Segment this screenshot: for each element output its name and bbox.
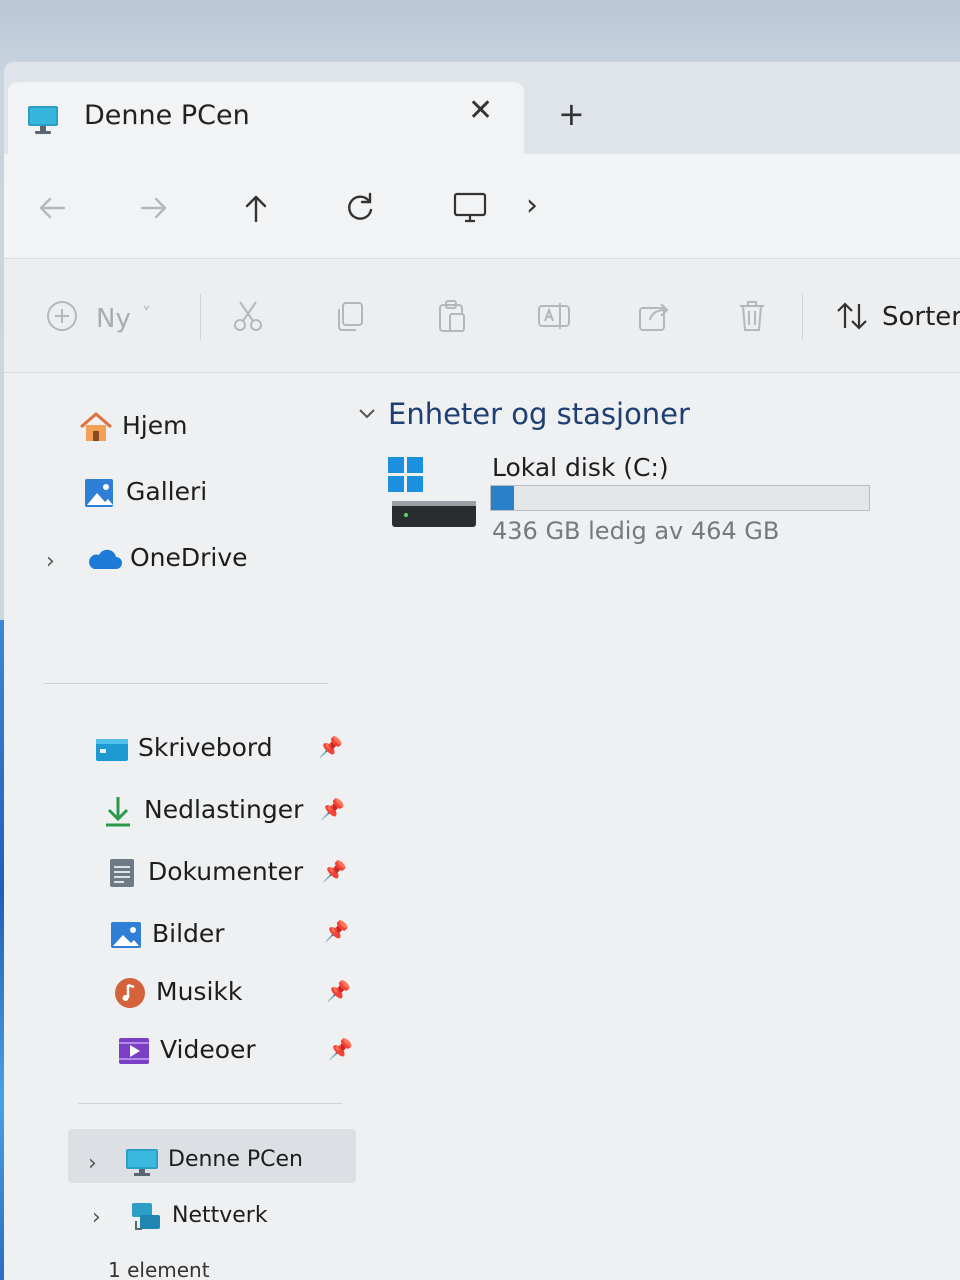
content-pane: Enheter og stasjoner Lokal disk (C:) 436…: [359, 373, 960, 1280]
forward-arrow-icon[interactable]: [134, 188, 174, 228]
drive-name: Lokal disk (C:): [492, 453, 669, 482]
sidebar-item-label: Hjem: [122, 411, 188, 440]
sidebar-item-hjem[interactable]: Hjem: [78, 409, 298, 453]
music-icon: [112, 975, 148, 1011]
sidebar-item-galleri[interactable]: Galleri: [82, 475, 302, 519]
expand-chevron-icon[interactable]: ›: [46, 549, 55, 574]
sidebar-item-nedlastinger[interactable]: Nedlastinger: [100, 793, 340, 837]
pin-icon[interactable]: 📌: [322, 859, 347, 883]
sidebar-item-label: Dokumenter: [148, 857, 304, 886]
home-icon: [78, 409, 114, 445]
expand-chevron-icon[interactable]: ›: [92, 1205, 101, 1230]
new-plus-icon[interactable]: [44, 298, 80, 338]
divider: [44, 683, 328, 684]
pictures-icon: [108, 917, 144, 953]
downloads-icon: [100, 793, 136, 829]
sidebar-item-denne-pcen[interactable]: Denne PCen: [124, 1143, 344, 1187]
sidebar-item-nettverk[interactable]: Nettverk: [128, 1199, 348, 1243]
sidebar-item-label: Denne PCen: [168, 1147, 303, 1172]
status-bar-text: 1 element: [108, 1258, 210, 1280]
expand-chevron-icon[interactable]: ›: [88, 1151, 97, 1176]
network-icon: [128, 1199, 164, 1235]
pin-icon[interactable]: 📌: [320, 797, 345, 821]
sidebar-item-label: Musikk: [156, 977, 243, 1006]
drive-usage-fill: [491, 486, 514, 510]
sidebar-item-label: Nedlastinger: [144, 795, 304, 824]
drive-usage-bar: [490, 485, 870, 511]
command-bar: Ny ˅ Sorter: [4, 260, 960, 373]
close-tab-icon[interactable]: ✕: [468, 96, 493, 126]
paste-icon[interactable]: [434, 298, 470, 338]
new-button[interactable]: Ny: [96, 304, 131, 334]
hard-drive-icon: [388, 457, 480, 533]
delete-icon[interactable]: [734, 298, 770, 338]
sidebar-item-dokumenter[interactable]: Dokumenter: [104, 855, 344, 899]
sidebar-item-onedrive[interactable]: OneDrive: [86, 541, 306, 585]
refresh-icon[interactable]: [340, 188, 380, 228]
new-tab-button[interactable]: +: [558, 98, 585, 130]
sidebar-item-bilder[interactable]: Bilder: [108, 917, 348, 961]
chevron-down-icon[interactable]: [356, 403, 378, 425]
tab-title: Denne PCen: [84, 100, 250, 131]
sidebar-item-label: OneDrive: [130, 543, 248, 572]
up-arrow-icon[interactable]: [236, 188, 276, 228]
cut-icon[interactable]: [230, 298, 266, 338]
title-bar: Denne PCen ✕ +: [4, 62, 960, 154]
desktop-folder-icon: [94, 731, 130, 767]
sort-icon[interactable]: [834, 298, 870, 338]
drive-free-space: 436 GB ledig av 464 GB: [492, 517, 780, 545]
gallery-icon: [82, 475, 118, 511]
separator: [200, 294, 201, 340]
pin-icon[interactable]: 📌: [318, 735, 343, 759]
navigation-bar: ›: [4, 154, 960, 259]
separator: [802, 294, 803, 340]
this-pc-icon: [124, 1143, 160, 1179]
documents-icon: [104, 855, 140, 891]
videos-icon: [116, 1033, 152, 1069]
pin-icon[interactable]: 📌: [328, 1037, 353, 1061]
copy-icon[interactable]: [332, 298, 368, 338]
breadcrumb-chevron-icon[interactable]: ›: [526, 188, 538, 223]
sidebar-item-musikk[interactable]: Musikk: [112, 975, 352, 1019]
sort-button[interactable]: Sorter: [882, 302, 960, 332]
this-pc-icon[interactable]: [450, 188, 490, 228]
group-header[interactable]: Enheter og stasjoner: [388, 397, 690, 431]
file-explorer-window: Denne PCen ✕ + › Ny ˅ Sorter Hjem Galler…: [4, 62, 960, 1280]
divider: [78, 1103, 342, 1104]
tab-denne-pcen[interactable]: Denne PCen ✕: [8, 82, 524, 154]
navigation-pane: Hjem Galleri › OneDrive Skrivebord 📌 Ned…: [4, 373, 364, 1280]
sidebar-item-label: Galleri: [126, 477, 208, 506]
sidebar-item-label: Nettverk: [172, 1203, 268, 1228]
pin-icon[interactable]: 📌: [326, 979, 351, 1003]
sidebar-item-label: Videoer: [160, 1035, 256, 1064]
pin-icon[interactable]: 📌: [324, 919, 349, 943]
share-icon[interactable]: [636, 298, 672, 338]
this-pc-icon: [26, 102, 60, 136]
sidebar-item-label: Skrivebord: [138, 733, 273, 762]
sidebar-item-videoer[interactable]: Videoer: [116, 1033, 356, 1077]
rename-icon[interactable]: [536, 298, 572, 338]
onedrive-cloud-icon: [86, 541, 122, 577]
sidebar-item-label: Bilder: [152, 919, 225, 948]
sidebar-item-skrivebord[interactable]: Skrivebord: [94, 731, 334, 775]
back-arrow-icon[interactable]: [32, 188, 72, 228]
chevron-down-icon: ˅: [142, 304, 151, 325]
